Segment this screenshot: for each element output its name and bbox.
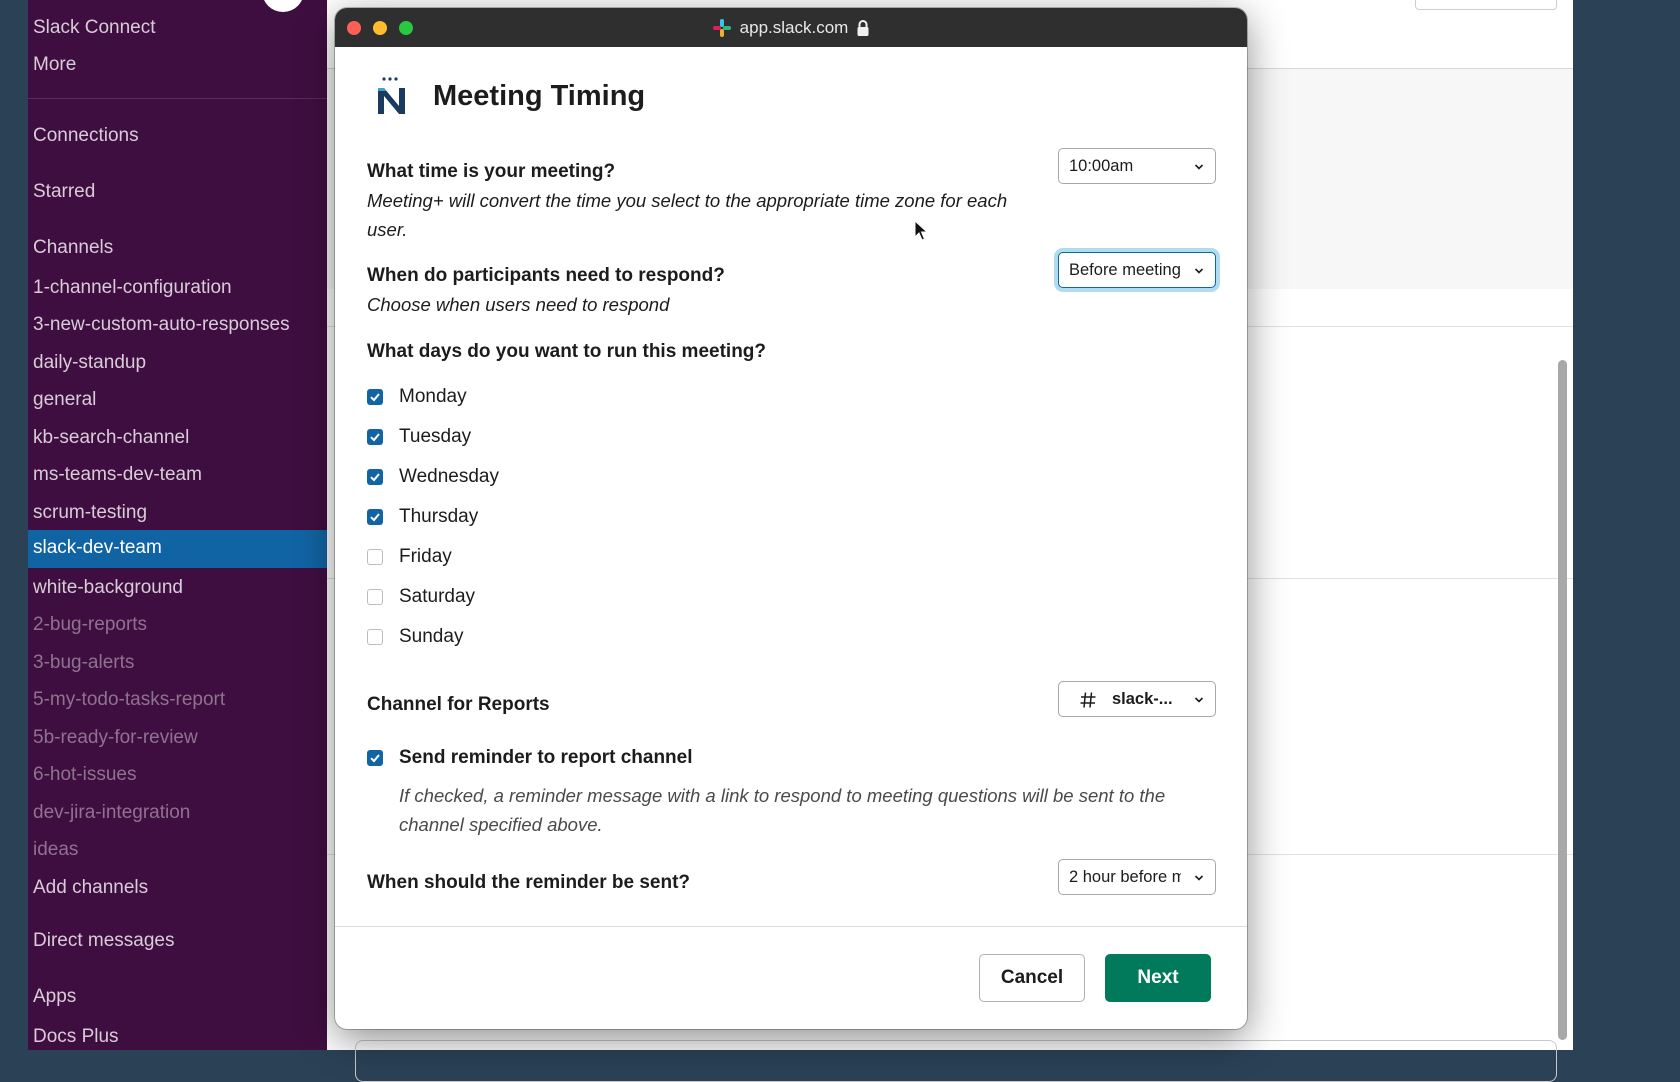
reminder-time-select[interactable]: 2 hour before meeting <box>1058 859 1216 895</box>
sidebar-channel[interactable]: 5-my-todo-tasks-report <box>33 689 225 711</box>
slack-logo-icon <box>712 18 731 37</box>
day-label: Thursday <box>399 506 479 527</box>
day-checkbox-row[interactable]: Monday <box>367 384 467 410</box>
sidebar-item-slack-connect[interactable]: Slack Connect <box>33 17 156 39</box>
chevron-down-icon <box>1194 875 1204 881</box>
sidebar-channel[interactable]: ideas <box>33 839 78 861</box>
meeting-time-select[interactable]: 10:00am <box>1058 148 1216 184</box>
sidebar: Slack Connect More Connections Starred C… <box>28 0 327 1050</box>
main-scrollbar[interactable] <box>1558 360 1567 1040</box>
app-logo-icon <box>378 77 405 114</box>
check-icon <box>370 513 380 522</box>
sidebar-section-apps[interactable]: Apps <box>33 986 76 1008</box>
mouse-cursor-icon <box>914 220 928 241</box>
respond-time-label: When do participants need to respond? <box>367 265 725 286</box>
checkbox-unchecked[interactable] <box>367 629 383 645</box>
sidebar-channel[interactable]: 2-bug-reports <box>33 614 147 636</box>
sidebar-channel-active[interactable]: slack-dev-team <box>28 530 327 568</box>
sidebar-section-docs-plus[interactable]: Docs Plus <box>33 1026 119 1048</box>
sidebar-section-channels[interactable]: Channels <box>33 237 113 259</box>
sidebar-channel-label: slack-dev-team <box>33 537 162 558</box>
send-reminder-label: Send reminder to report channel <box>399 747 693 768</box>
checkbox-checked[interactable] <box>367 509 383 525</box>
send-reminder-row[interactable]: Send reminder to report channel <box>367 745 693 771</box>
chevron-down-icon <box>1194 164 1204 170</box>
report-channel-value: slack-... <box>1112 690 1173 708</box>
modal-footer-divider <box>335 926 1247 927</box>
window-titlebar: app.slack.com <box>335 8 1247 47</box>
respond-time-select[interactable]: Before meeting <box>1058 252 1216 288</box>
check-icon <box>370 473 380 482</box>
modal-header: Meeting Timing <box>375 76 645 116</box>
sidebar-channel[interactable]: 6-hot-issues <box>33 764 137 786</box>
check-icon <box>370 754 380 763</box>
checkbox-unchecked[interactable] <box>367 549 383 565</box>
check-icon <box>370 433 380 442</box>
sidebar-channel[interactable]: 5b-ready-for-review <box>33 727 198 749</box>
sidebar-channel[interactable]: kb-search-channel <box>33 427 189 449</box>
checkbox-checked[interactable] <box>367 389 383 405</box>
popup-window: app.slack.com Meeting Timing What time i… <box>335 8 1247 1029</box>
sidebar-section-starred[interactable]: Starred <box>33 181 95 203</box>
day-checkbox-row[interactable]: Thursday <box>367 504 478 530</box>
lock-icon <box>857 19 869 36</box>
day-label: Wednesday <box>399 466 499 487</box>
checkbox-checked[interactable] <box>367 469 383 485</box>
cancel-button[interactable]: Cancel <box>979 954 1085 1002</box>
check-icon <box>370 393 380 402</box>
next-button[interactable]: Next <box>1105 954 1211 1002</box>
day-label: Tuesday <box>399 426 472 447</box>
day-checkbox-row[interactable]: Friday <box>367 544 452 570</box>
sidebar-channel[interactable]: dev-jira-integration <box>33 802 190 824</box>
sidebar-section-direct-messages[interactable]: Direct messages <box>33 930 175 952</box>
chevron-down-icon <box>1194 697 1204 703</box>
report-channel-label: Channel for Reports <box>367 694 550 715</box>
header-button[interactable] <box>1415 0 1557 10</box>
message-composer[interactable] <box>355 1040 1557 1082</box>
day-checkbox-row[interactable]: Wednesday <box>367 464 499 490</box>
sidebar-divider <box>28 98 327 99</box>
avatar[interactable] <box>262 0 304 12</box>
day-checkbox-row[interactable]: Sunday <box>367 624 463 650</box>
day-label: Saturday <box>399 586 476 607</box>
desktop-left-edge <box>0 0 28 1050</box>
sidebar-section-connections[interactable]: Connections <box>33 125 139 147</box>
window-url: app.slack.com <box>739 17 849 37</box>
window-title-area: app.slack.com <box>335 8 1247 47</box>
reminder-time-value: 2 hour before meeting <box>1069 868 1181 886</box>
sidebar-channel[interactable]: scrum-testing <box>33 502 147 524</box>
meeting-time-label: What time is your meeting? <box>367 161 616 182</box>
day-label: Friday <box>399 546 452 567</box>
meeting-time-help: Meeting+ will convert the time you selec… <box>367 190 1008 240</box>
reminder-time-label: When should the reminder be sent? <box>367 872 691 893</box>
modal-title: Meeting Timing <box>433 79 646 112</box>
desktop-right-edge <box>1573 0 1680 1050</box>
sidebar-item-more[interactable]: More <box>33 54 76 76</box>
chevron-down-icon <box>1194 268 1204 274</box>
sidebar-channel[interactable]: ms-teams-dev-team <box>33 464 202 486</box>
hash-icon <box>1080 692 1096 708</box>
sidebar-channel[interactable]: 3-new-custom-auto-responses <box>33 314 290 336</box>
day-checkbox-row[interactable]: Saturday <box>367 584 475 610</box>
checkbox-checked[interactable] <box>367 750 383 766</box>
day-label: Sunday <box>399 626 464 647</box>
meeting-time-value: 10:00am <box>1069 157 1134 175</box>
report-channel-select[interactable]: slack-... <box>1058 681 1216 717</box>
checkbox-unchecked[interactable] <box>367 589 383 605</box>
send-reminder-help: If checked, a reminder message with a li… <box>399 785 1166 835</box>
sidebar-channel[interactable]: daily-standup <box>33 352 146 374</box>
respond-time-help: Choose when users need to respond <box>367 294 670 315</box>
sidebar-channel[interactable]: 1-channel-configuration <box>33 277 232 299</box>
sidebar-add-channels[interactable]: Add channels <box>33 877 148 899</box>
sidebar-channel[interactable]: white-background <box>33 577 183 599</box>
day-label: Monday <box>399 386 467 407</box>
respond-time-value: Before meeting <box>1069 261 1181 279</box>
days-label: What days do you want to run this meetin… <box>367 341 767 362</box>
day-checkbox-row[interactable]: Tuesday <box>367 424 471 450</box>
sidebar-channel[interactable]: general <box>33 389 96 411</box>
checkbox-checked[interactable] <box>367 429 383 445</box>
sidebar-channel[interactable]: 3-bug-alerts <box>33 652 134 674</box>
